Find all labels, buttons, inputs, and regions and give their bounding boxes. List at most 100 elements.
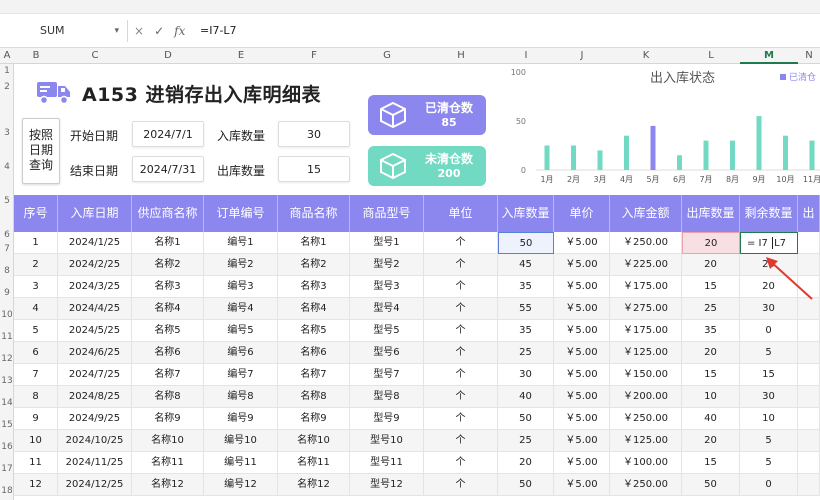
table-cell[interactable]: ￥5.00	[554, 276, 610, 298]
table-cell[interactable]: 50	[498, 474, 554, 496]
table-cell[interactable]: 名称11	[132, 452, 204, 474]
table-cell[interactable]: 型号4	[350, 298, 424, 320]
table-cell[interactable]: 55	[498, 298, 554, 320]
chart-bar[interactable]	[677, 155, 682, 170]
chart-bar[interactable]	[756, 116, 762, 170]
table-cell[interactable]: 30	[498, 364, 554, 386]
column-header-c[interactable]: C	[58, 48, 132, 64]
table-cell[interactable]: 个	[424, 408, 498, 430]
table-cell[interactable]	[798, 364, 820, 386]
table-cell[interactable]: 型号11	[350, 452, 424, 474]
table-cell[interactable]: 型号2	[350, 254, 424, 276]
row-header-number[interactable]: 2	[0, 82, 14, 92]
table-cell[interactable]: 2024/6/25	[58, 342, 132, 364]
table-cell[interactable]: ￥5.00	[554, 364, 610, 386]
table-cell[interactable]: 15	[740, 364, 798, 386]
table-header-cell[interactable]: 出入	[798, 195, 820, 257]
table-cell[interactable]: 20	[498, 452, 554, 474]
table-header-cell[interactable]: 入库数量	[498, 195, 554, 232]
table-cell[interactable]: 2024/4/25	[58, 298, 132, 320]
table-cell[interactable]: 4	[14, 298, 58, 320]
table-cell[interactable]: 名称2	[278, 254, 350, 276]
table-cell[interactable]: 名称8	[278, 386, 350, 408]
table-cell[interactable]	[798, 232, 820, 254]
table-cell[interactable]: ￥5.00	[554, 430, 610, 452]
table-cell[interactable]: 1	[14, 232, 58, 254]
row-header-number[interactable]: 9	[0, 288, 14, 298]
table-cell[interactable]: 个	[424, 386, 498, 408]
table-cell[interactable]	[798, 452, 820, 474]
table-header-cell[interactable]: 出库数量	[682, 195, 740, 232]
table-cell[interactable]: 2024/10/25	[58, 430, 132, 452]
chevron-down-icon[interactable]: ▾	[114, 20, 119, 42]
date-query-button[interactable]: 按照 日期 查询	[22, 118, 60, 184]
table-cell[interactable]: 名称12	[278, 474, 350, 496]
table-cell[interactable]: 型号6	[350, 342, 424, 364]
table-cell[interactable]: 个	[424, 342, 498, 364]
row-header-number[interactable]: 1	[0, 66, 14, 76]
table-cell[interactable]: 40	[498, 386, 554, 408]
table-header-cell[interactable]: 供应商名称	[132, 195, 204, 232]
table-cell[interactable]: 个	[424, 232, 498, 254]
table-cell[interactable]: 编号12	[204, 474, 278, 496]
table-cell[interactable]: 名称12	[132, 474, 204, 496]
table-cell[interactable]: 9	[14, 408, 58, 430]
chart-bar[interactable]	[544, 145, 550, 171]
chart-bar[interactable]	[624, 135, 629, 170]
table-cell[interactable]: 2024/2/25	[58, 254, 132, 276]
confirm-icon[interactable]: ✓	[154, 20, 164, 42]
end-date-field[interactable]: 2024/7/31	[132, 156, 204, 182]
table-cell[interactable]: 2024/11/25	[58, 452, 132, 474]
chart-bar[interactable]	[783, 135, 788, 170]
table-cell[interactable]: 50	[498, 232, 554, 254]
table-cell[interactable]: 45	[498, 254, 554, 276]
table-cell[interactable]: 35	[682, 320, 740, 342]
row-header-number[interactable]: 12	[0, 354, 14, 364]
row-header-number[interactable]: 10	[0, 310, 14, 320]
table-cell[interactable]: 名称7	[132, 364, 204, 386]
table-cell[interactable]: 15	[682, 452, 740, 474]
table-cell[interactable]: 10	[14, 430, 58, 452]
table-cell[interactable]: ￥225.00	[610, 254, 682, 276]
table-cell[interactable]: 5	[740, 342, 798, 364]
table-cell[interactable]: 50	[498, 408, 554, 430]
table-cell[interactable]: 编号7	[204, 364, 278, 386]
table-cell[interactable]: 2024/7/25	[58, 364, 132, 386]
chart-bar[interactable]	[597, 150, 603, 170]
table-header-cell[interactable]: 单位	[424, 195, 498, 232]
table-cell[interactable]	[798, 474, 820, 496]
table-cell[interactable]: 2024/9/25	[58, 408, 132, 430]
table-cell[interactable]: 名称10	[132, 430, 204, 452]
table-cell[interactable]: 名称6	[132, 342, 204, 364]
table-cell[interactable]: 10	[682, 386, 740, 408]
table-cell[interactable]: 编号1	[204, 232, 278, 254]
table-cell[interactable]: 2	[14, 254, 58, 276]
table-cell[interactable]: 20	[682, 430, 740, 452]
table-cell[interactable]: 15	[682, 276, 740, 298]
chart-bar[interactable]	[650, 125, 656, 170]
table-cell[interactable]: ￥250.00	[610, 408, 682, 430]
table-cell[interactable]: ￥5.00	[554, 452, 610, 474]
table-cell[interactable]: 编号2	[204, 254, 278, 276]
table-cell[interactable]: ￥150.00	[610, 364, 682, 386]
table-cell[interactable]: 型号1	[350, 232, 424, 254]
row-header-number[interactable]: 3	[0, 128, 14, 138]
table-cell[interactable]: ￥5.00	[554, 320, 610, 342]
table-cell[interactable]: 0	[740, 474, 798, 496]
table-cell[interactable]: ￥5.00	[554, 386, 610, 408]
table-cell[interactable]: 35	[498, 276, 554, 298]
row-header-number[interactable]: 6	[0, 230, 14, 240]
table-cell[interactable]: 2024/1/25	[58, 232, 132, 254]
row-header-number[interactable]: 7	[0, 244, 14, 254]
cancel-icon[interactable]: ×	[134, 20, 144, 42]
table-header-cell[interactable]: 入库金额	[610, 195, 682, 232]
table-cell[interactable]: 20	[682, 254, 740, 276]
table-cell[interactable]: 15	[682, 364, 740, 386]
column-header-d[interactable]: D	[132, 48, 204, 64]
table-cell[interactable]: 6	[14, 342, 58, 364]
table-header-cell[interactable]: 序号	[14, 195, 58, 232]
table-cell[interactable]: 编号3	[204, 276, 278, 298]
table-cell[interactable]: ￥5.00	[554, 474, 610, 496]
table-cell[interactable]: 7	[14, 364, 58, 386]
table-cell[interactable]: 编号6	[204, 342, 278, 364]
